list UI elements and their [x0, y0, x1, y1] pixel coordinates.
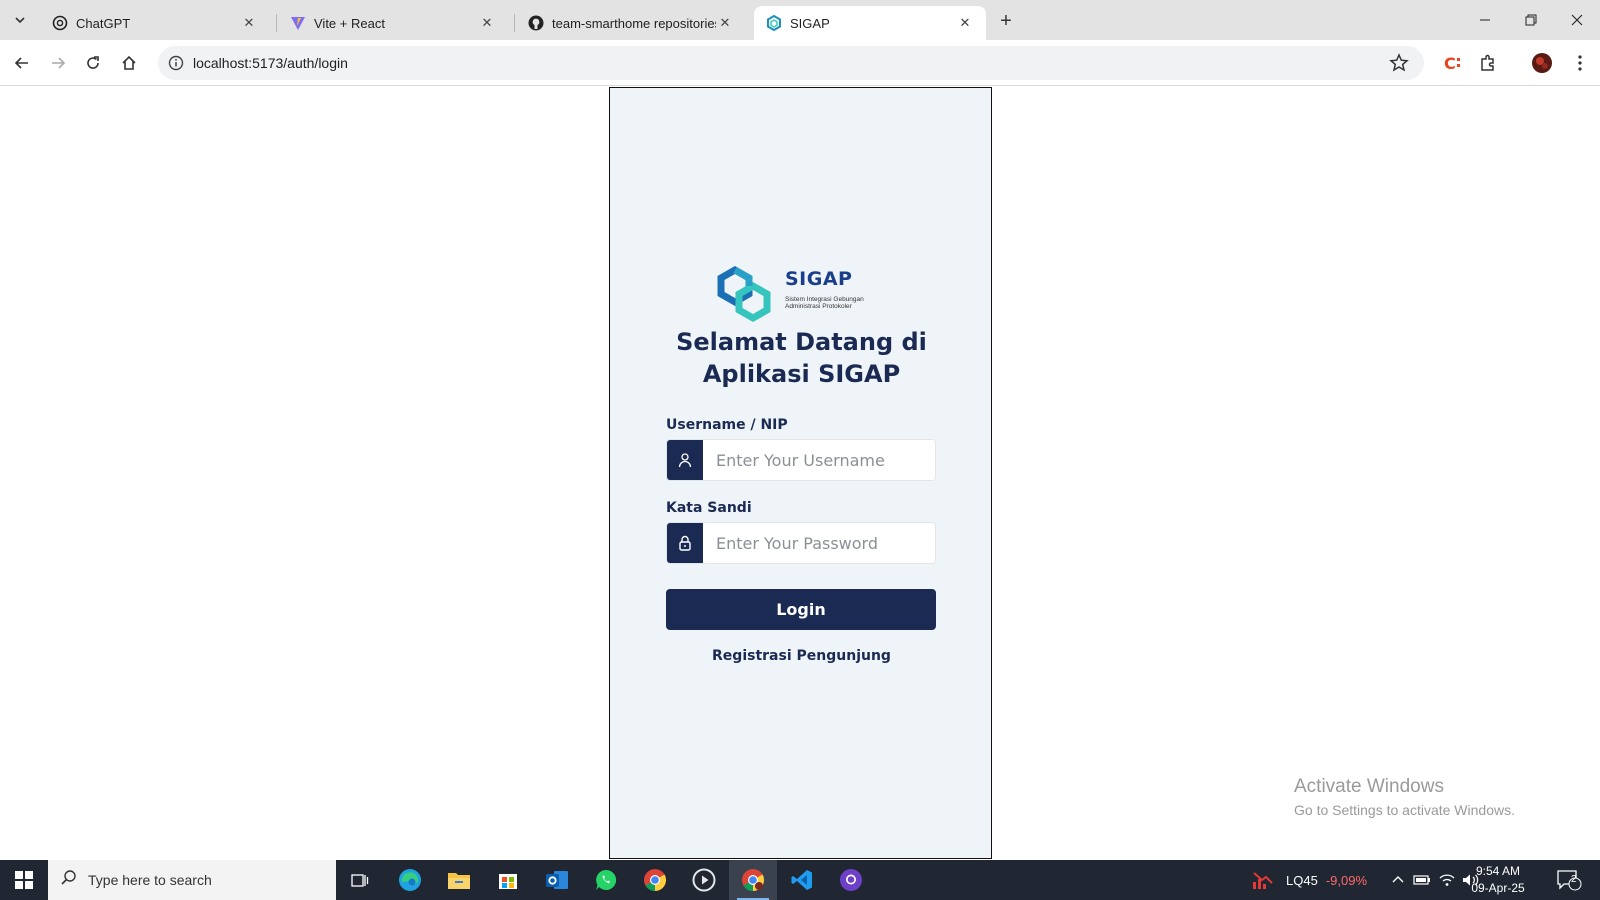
- close-window-button[interactable]: [1554, 0, 1600, 40]
- tab-chatgpt[interactable]: ChatGPT ✕: [40, 6, 270, 40]
- sigap-logo: SIGAP Sistem Integrasi Gebungan Administ…: [713, 265, 893, 326]
- media-player-icon[interactable]: [680, 860, 728, 900]
- tab-search-chevron-icon[interactable]: [8, 8, 32, 32]
- github-desktop-icon[interactable]: [827, 860, 875, 900]
- tab-github[interactable]: team-smarthome repositories ✕: [516, 6, 746, 40]
- file-explorer-icon[interactable]: [435, 860, 483, 900]
- user-icon: [667, 440, 703, 480]
- notification-count: 2: [1571, 874, 1577, 885]
- browser-toolbar: localhost:5173/auth/login C: [0, 40, 1600, 86]
- tab-divider: [514, 14, 515, 32]
- windows-start-icon[interactable]: [0, 860, 48, 900]
- new-tab-button[interactable]: +: [993, 8, 1019, 34]
- taskbar-search-box[interactable]: Type here to search: [48, 860, 336, 900]
- stock-change: -9,09%: [1325, 872, 1368, 888]
- clock-time: 9:54 AM: [1475, 864, 1521, 878]
- logo-subtitle: Sistem Integrasi Gebungan Administrasi P…: [785, 296, 864, 310]
- reload-icon[interactable]: [79, 49, 107, 77]
- tab-close-icon[interactable]: ✕: [956, 14, 974, 32]
- clock-date: 09-Apr-25: [1471, 881, 1525, 895]
- search-icon: [60, 869, 78, 892]
- github-icon: [528, 15, 544, 31]
- tray-chevron-up-icon[interactable]: [1392, 860, 1404, 900]
- welcome-line-1: Selamat Datang di: [676, 328, 927, 356]
- outlook-icon[interactable]: [533, 860, 581, 900]
- login-panel: SIGAP Sistem Integrasi Gebungan Administ…: [609, 87, 992, 859]
- password-input-group: [666, 522, 936, 564]
- tab-sigap[interactable]: SIGAP ✕: [754, 6, 986, 40]
- tab-close-icon[interactable]: ✕: [716, 14, 734, 32]
- tab-close-icon[interactable]: ✕: [240, 14, 258, 32]
- sigap-icon: [766, 15, 782, 31]
- welcome-heading: Selamat Datang di Aplikasi SIGAP: [610, 326, 993, 390]
- sigap-hexagon-logo-icon: [717, 265, 771, 323]
- welcome-line-2: Aplikasi SIGAP: [702, 360, 901, 388]
- tab-title: team-smarthome repositories: [552, 15, 716, 31]
- browser-menu-kebab-icon[interactable]: [1568, 51, 1592, 75]
- search-placeholder: Type here to search: [88, 872, 212, 888]
- profile-avatar-icon[interactable]: [1530, 51, 1554, 75]
- register-visitor-link[interactable]: Registrasi Pengunjung: [610, 648, 993, 664]
- restore-button[interactable]: [1508, 0, 1554, 40]
- stock-name: LQ45: [1286, 872, 1318, 888]
- tab-close-icon[interactable]: ✕: [478, 14, 496, 32]
- svg-text:C: C: [1444, 54, 1456, 73]
- address-bar[interactable]: localhost:5173/auth/login: [158, 46, 1424, 80]
- watermark-subtitle: Go to Settings to activate Windows.: [1294, 802, 1515, 818]
- stock-widget[interactable]: LQ45 -9,09%: [1252, 860, 1367, 900]
- whatsapp-icon[interactable]: [582, 860, 630, 900]
- microsoft-store-icon[interactable]: [484, 860, 532, 900]
- activate-windows-watermark: Activate Windows Go to Settings to activ…: [1294, 776, 1515, 818]
- chrome-icon[interactable]: [631, 860, 679, 900]
- lock-icon: [667, 523, 703, 563]
- battery-icon[interactable]: [1413, 860, 1431, 900]
- extension-c-icon[interactable]: C: [1440, 51, 1464, 75]
- tab-title: Vite + React: [314, 15, 385, 31]
- url-text[interactable]: localhost:5173/auth/login: [193, 55, 348, 71]
- forward-arrow-icon[interactable]: [44, 49, 72, 77]
- browser-tab-strip: ChatGPT ✕ Vite + React ✕ team-smarthome …: [0, 0, 1600, 40]
- task-view-icon[interactable]: [336, 860, 384, 900]
- tab-title: ChatGPT: [76, 15, 131, 31]
- password-label: Kata Sandi: [666, 500, 752, 516]
- password-input[interactable]: [703, 523, 935, 563]
- watermark-title: Activate Windows: [1294, 776, 1444, 797]
- logo-wordmark: SIGAP: [785, 268, 853, 290]
- username-input[interactable]: [703, 440, 935, 480]
- taskbar-clock[interactable]: 9:54 AM 09-Apr-25: [1458, 863, 1538, 897]
- minimize-button[interactable]: [1462, 0, 1508, 40]
- vscode-icon[interactable]: [778, 860, 826, 900]
- vite-icon: [290, 15, 306, 31]
- notification-center-icon[interactable]: 2: [1556, 860, 1582, 900]
- windows-taskbar: Type here to search LQ45 -9,09% 9:54 AM …: [0, 860, 1600, 900]
- home-icon[interactable]: [115, 49, 143, 77]
- tab-divider: [276, 14, 277, 32]
- wifi-icon[interactable]: [1439, 860, 1455, 900]
- tab-title: SIGAP: [790, 15, 830, 31]
- chrome-profile-icon[interactable]: [729, 860, 777, 900]
- edge-icon[interactable]: [386, 860, 434, 900]
- chatgpt-icon: [52, 15, 68, 31]
- username-input-group: [666, 439, 936, 481]
- site-info-icon[interactable]: [166, 53, 186, 73]
- login-button[interactable]: Login: [666, 589, 936, 630]
- page-viewport: SIGAP Sistem Integrasi Gebungan Administ…: [0, 86, 1600, 860]
- tab-vite-react[interactable]: Vite + React ✕: [278, 6, 508, 40]
- extensions-puzzle-icon[interactable]: [1476, 51, 1500, 75]
- bookmark-star-icon[interactable]: [1388, 52, 1410, 74]
- stock-chart-down-icon: [1253, 872, 1273, 889]
- username-label: Username / NIP: [666, 417, 788, 433]
- back-arrow-icon[interactable]: [8, 49, 36, 77]
